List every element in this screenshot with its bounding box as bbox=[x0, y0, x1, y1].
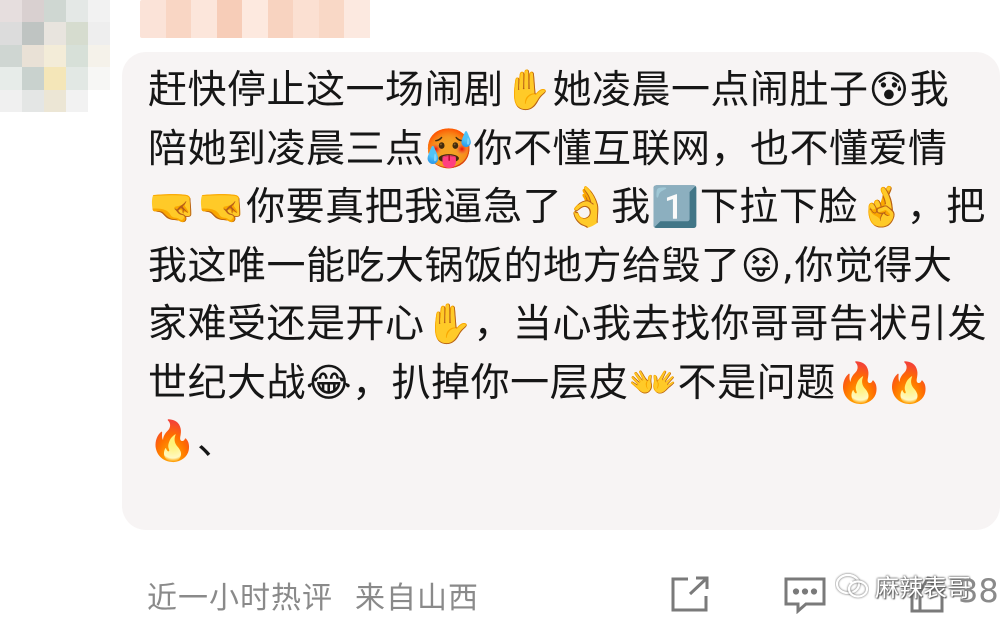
like-count: 38 bbox=[958, 572, 999, 610]
comment-time: 近一小时热评 bbox=[147, 581, 333, 616]
username-blurred[interactable] bbox=[140, 0, 395, 38]
comment-icon[interactable] bbox=[782, 574, 828, 615]
comment-location: 来自山西 bbox=[355, 581, 479, 616]
avatar[interactable] bbox=[0, 0, 110, 112]
wechat-logo-icon bbox=[835, 573, 869, 598]
watermark-text: 麻辣表哥 bbox=[875, 574, 971, 602]
comment-footer: 近一小时热评 来自山西 麻辣表哥 38 bbox=[0, 560, 1005, 625]
comment-meta: 近一小时热评 来自山西 bbox=[147, 573, 479, 617]
watermark: 麻辣表哥 bbox=[835, 568, 971, 603]
comment-text: 赶快停止这一场闹剧✋她凌晨一点闹肚子😰我陪她到凌晨三点🥵你不懂互联网，也不懂爱情… bbox=[148, 68, 988, 464]
share-icon[interactable] bbox=[668, 574, 712, 614]
